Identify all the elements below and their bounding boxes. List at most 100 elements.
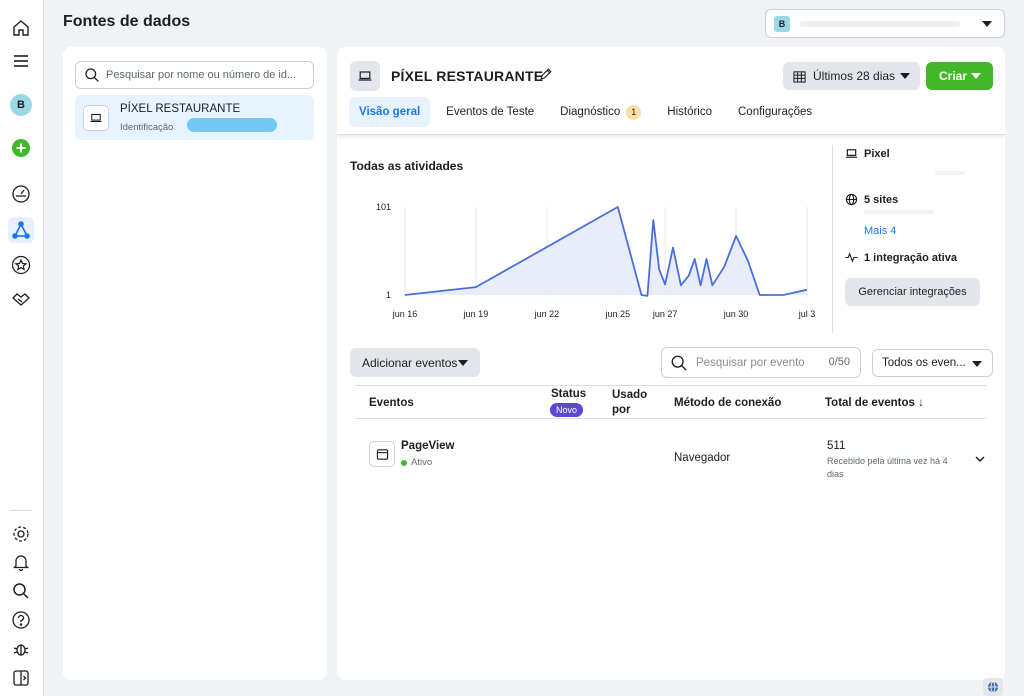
event-search[interactable]: 0/50	[661, 347, 861, 378]
tab-label: Configurações	[738, 106, 813, 118]
pixel-type-label: Pixel	[864, 147, 890, 160]
search-icon	[85, 68, 99, 82]
add-events-label: Adicionar eventos	[362, 355, 458, 370]
data-sources-icon[interactable]	[8, 217, 34, 243]
col-status: Status	[551, 388, 587, 400]
panel-toggle-icon[interactable]	[8, 665, 34, 691]
table-header: Eventos Status Novo Usado por Método de …	[356, 385, 987, 419]
account-name-redacted	[800, 20, 960, 27]
chart-title: Todas as atividades	[350, 159, 464, 173]
table-row[interactable]: PageView Ativo Navegador 511 Recebido pe…	[356, 423, 987, 483]
source-name: PÍXEL RESTAURANTE	[120, 103, 241, 115]
avatar-initial: B	[10, 94, 32, 116]
page-title: Fontes de dados	[63, 13, 191, 30]
detail-tabs: Visão geral Eventos de Teste Diagnóstico…	[349, 97, 828, 129]
tab-label: Visão geral	[359, 106, 421, 118]
x-tick-label: jun 19	[463, 309, 489, 319]
divider	[832, 145, 833, 333]
event-count: 0/50	[828, 356, 850, 368]
tab-history[interactable]: Histórico	[657, 97, 722, 127]
source-search[interactable]	[75, 61, 314, 89]
source-id-redacted	[187, 118, 277, 132]
settings-icon[interactable]	[8, 521, 34, 547]
calendar-grid-icon	[793, 70, 806, 83]
source-list-item[interactable]: PÍXEL RESTAURANTE Identificação	[75, 95, 314, 140]
pixel-type-row: Pixel	[845, 147, 890, 160]
star-icon[interactable]	[8, 252, 34, 278]
laptop-icon	[83, 105, 109, 131]
sites-row: 5 sites	[845, 193, 898, 206]
redacted-text	[864, 210, 934, 214]
account-selector[interactable]: B	[765, 9, 1005, 38]
pixel-title: PÍXEL RESTAURANTE	[391, 68, 544, 84]
tab-overview[interactable]: Visão geral	[349, 97, 431, 127]
chevron-down-icon	[458, 360, 468, 366]
browser-window-icon	[369, 441, 395, 467]
search-icon[interactable]	[8, 578, 34, 604]
bug-icon[interactable]	[8, 636, 34, 662]
search-icon	[671, 355, 687, 371]
data-source-list-panel: PÍXEL RESTAURANTE Identificação	[63, 47, 327, 680]
globe-icon	[845, 193, 858, 206]
integration-label: 1 integração ativa	[864, 251, 957, 264]
col-used-by: Usado por	[612, 389, 648, 416]
y-tick-label: 101	[376, 202, 391, 212]
diagnostics-count-badge: 1	[626, 104, 642, 120]
chevron-down-icon[interactable]	[974, 453, 986, 465]
col-connection-method: Método de conexão	[674, 397, 782, 409]
y-tick-label: 1	[386, 290, 391, 300]
status-dot	[401, 459, 407, 466]
redacted-text	[935, 171, 965, 175]
source-id-label: Identificação	[120, 122, 174, 133]
pixel-detail-panel: PÍXEL RESTAURANTE Últimos 28 dias Criar …	[337, 47, 1005, 680]
x-tick-label: jun 16	[392, 309, 418, 319]
tab-label: Diagnóstico	[560, 106, 621, 118]
edit-pencil-icon[interactable]	[538, 66, 554, 82]
source-search-input[interactable]	[106, 69, 311, 81]
event-status-label: Ativo	[411, 457, 433, 468]
account-badge: B	[774, 15, 790, 32]
create-label: Criar	[939, 69, 968, 83]
dashboard-gauge-icon[interactable]	[8, 181, 34, 207]
event-search-input[interactable]	[696, 356, 816, 369]
laptop-icon	[845, 149, 858, 158]
connection-method: Navegador	[674, 452, 731, 464]
event-filter-select[interactable]: Todos os even...	[872, 349, 993, 377]
date-range-button[interactable]: Últimos 28 dias	[783, 62, 920, 90]
x-tick-label: jun 27	[652, 309, 678, 319]
home-icon[interactable]	[8, 15, 34, 41]
series-area	[405, 207, 807, 296]
date-range-label: Últimos 28 dias	[813, 69, 896, 83]
help-icon[interactable]	[8, 607, 34, 633]
manage-integrations-button[interactable]: Gerenciar integrações	[845, 278, 980, 306]
total-events-value: 511	[827, 440, 846, 452]
tab-label: Histórico	[667, 106, 712, 118]
create-button[interactable]: Criar	[926, 62, 993, 90]
new-badge: Novo	[550, 403, 583, 417]
menu-icon[interactable]	[8, 48, 34, 74]
tab-test-events[interactable]: Eventos de Teste	[436, 97, 544, 127]
event-status: Ativo	[401, 457, 432, 468]
tab-settings[interactable]: Configurações	[728, 97, 822, 127]
col-total-events[interactable]: Total de eventos ↓	[825, 397, 924, 409]
activity-chart: 1 101 jun 16 jun 19 jun 22 jun 25 jun 27 jun 30…	[376, 202, 815, 319]
tab-label: Eventos de Teste	[446, 106, 535, 118]
partnerships-icon[interactable]	[8, 286, 34, 312]
event-name: PageView	[401, 440, 455, 452]
integration-row: 1 integração ativa	[845, 251, 957, 264]
more-sites-link[interactable]: Mais 4	[864, 225, 896, 237]
bell-icon[interactable]	[8, 549, 34, 575]
add-events-button[interactable]: Adicionar eventos	[350, 348, 480, 377]
avatar[interactable]: B	[8, 92, 34, 118]
laptop-icon	[350, 61, 380, 91]
sites-label: 5 sites	[864, 193, 899, 206]
chevron-down-icon	[972, 361, 982, 367]
x-tick-label: jun 22	[534, 309, 560, 319]
tab-diagnostics[interactable]: Diagnóstico 1	[550, 97, 651, 127]
add-icon[interactable]	[8, 135, 34, 161]
chevron-down-icon	[900, 73, 910, 79]
rail-divider	[10, 510, 32, 511]
x-tick-label: jun 25	[605, 309, 631, 319]
globe-icon[interactable]	[983, 678, 1003, 696]
chevron-down-icon	[982, 21, 992, 27]
